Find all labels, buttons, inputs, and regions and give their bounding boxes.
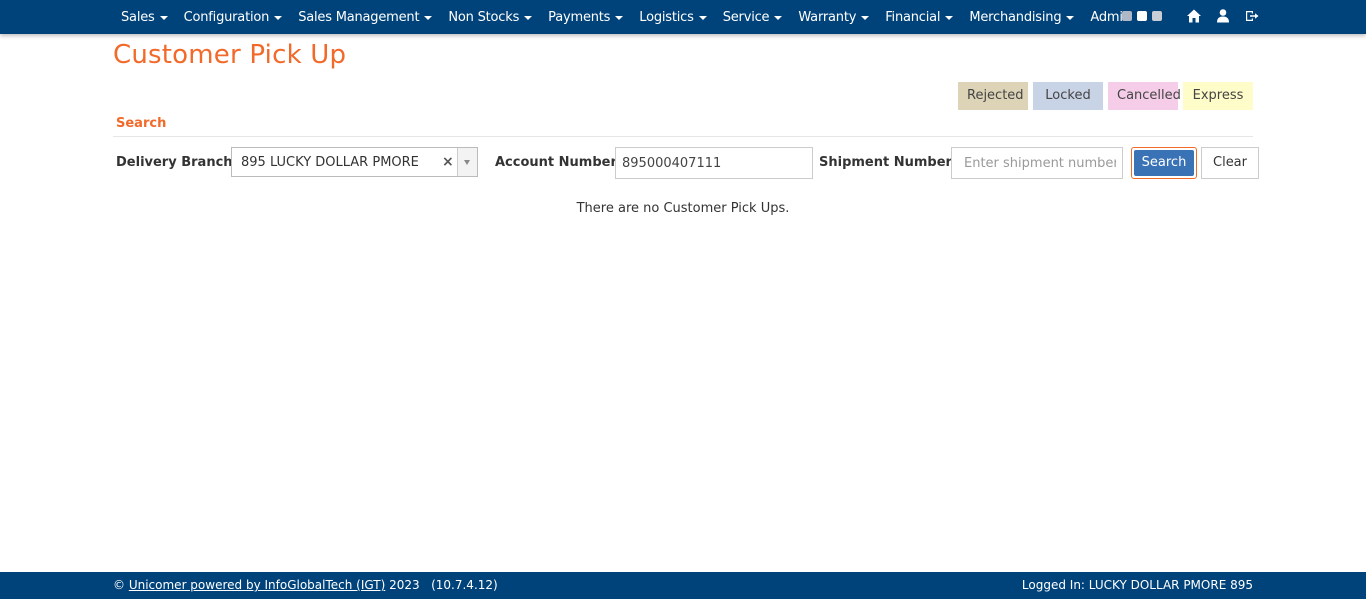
- clear-selection-icon[interactable]: ×: [442, 154, 454, 170]
- search-section-title: Search: [116, 116, 167, 131]
- menu-administration[interactable]: Administr: [1082, 0, 1123, 34]
- menu-sales[interactable]: Sales: [113, 0, 176, 34]
- menu-service[interactable]: Service: [715, 0, 791, 34]
- chevron-down-icon: [464, 160, 470, 165]
- legend-locked: Locked: [1033, 82, 1103, 110]
- empty-results-message: There are no Customer Pick Ups.: [576, 201, 790, 216]
- shipment-number-input[interactable]: [951, 147, 1123, 179]
- caret-down-icon: [698, 16, 707, 20]
- footer-copyright: © Unicomer powered by InfoGlobalTech (IG…: [113, 578, 498, 592]
- menu-configuration[interactable]: Configuration: [176, 0, 291, 34]
- menu-label: Merchandising: [969, 9, 1062, 25]
- logged-in-status: Logged In: LUCKY DOLLAR PMORE 895: [1021, 578, 1253, 592]
- overflow-dot: [1137, 11, 1147, 21]
- menu-label: Payments: [548, 9, 611, 25]
- status-legend: Rejected Locked Cancelled Express: [958, 82, 1253, 110]
- user-icon[interactable]: [1215, 8, 1231, 24]
- home-icon[interactable]: [1186, 8, 1202, 24]
- caret-down-icon: [159, 16, 168, 20]
- caret-down-icon: [945, 16, 954, 20]
- clear-button[interactable]: Clear: [1201, 147, 1259, 179]
- caret-down-icon: [861, 16, 870, 20]
- caret-down-icon: [274, 16, 283, 20]
- copyright-symbol: ©: [113, 578, 125, 592]
- caret-down-icon: [424, 16, 433, 20]
- legend-rejected: Rejected: [958, 82, 1028, 110]
- search-button-label: Search: [1134, 150, 1194, 176]
- menu-non-stocks[interactable]: Non Stocks: [440, 0, 540, 34]
- search-button[interactable]: Search: [1131, 147, 1197, 179]
- caret-down-icon: [615, 16, 624, 20]
- caret-down-icon: [524, 16, 533, 20]
- menu-logistics[interactable]: Logistics: [631, 0, 714, 34]
- menu-label: Non Stocks: [448, 9, 520, 25]
- overflow-dot: [1152, 11, 1162, 21]
- legend-express: Express: [1183, 82, 1253, 110]
- account-number-input[interactable]: [615, 147, 813, 179]
- menu-warranty[interactable]: Warranty: [790, 0, 877, 34]
- caret-down-icon: [774, 16, 783, 20]
- main-menu: Sales Configuration Sales Management Non…: [113, 0, 1123, 34]
- account-number-label: Account Number:: [495, 155, 623, 170]
- shipment-number-label: Shipment Number:: [819, 155, 958, 170]
- legend-cancelled: Cancelled: [1108, 82, 1181, 110]
- top-navbar: Sales Configuration Sales Management Non…: [0, 0, 1366, 34]
- menu-overflow-indicator[interactable]: [1122, 11, 1162, 21]
- year-version: 2023 (10.7.4.12): [389, 578, 498, 592]
- dropdown-toggle[interactable]: [457, 148, 477, 176]
- menu-merchandising[interactable]: Merchandising: [961, 0, 1082, 34]
- delivery-branch-value: 895 LUCKY DOLLAR PMORE: [241, 155, 419, 170]
- logout-icon[interactable]: [1244, 8, 1260, 24]
- menu-label: Service: [722, 9, 770, 25]
- menu-label: Warranty: [798, 9, 857, 25]
- menu-financial[interactable]: Financial: [877, 0, 961, 34]
- menu-payments[interactable]: Payments: [540, 0, 631, 34]
- menu-label: Logistics: [639, 9, 694, 25]
- overflow-dot: [1122, 11, 1132, 21]
- menu-label: Administr: [1090, 9, 1123, 25]
- menu-label: Financial: [885, 9, 941, 25]
- company-link[interactable]: Unicomer powered by InfoGlobalTech (IGT): [129, 578, 385, 592]
- menu-label: Sales Management: [298, 9, 420, 25]
- caret-down-icon: [1066, 16, 1075, 20]
- menu-sales-management[interactable]: Sales Management: [290, 0, 440, 34]
- menu-label: Configuration: [183, 9, 270, 25]
- delivery-branch-label: Delivery Branch:: [116, 155, 238, 170]
- menu-label: Sales: [121, 9, 155, 25]
- nav-icon-group: [1186, 8, 1260, 24]
- section-divider: [113, 136, 1253, 137]
- page-title: Customer Pick Up: [113, 40, 347, 70]
- delivery-branch-select[interactable]: 895 LUCKY DOLLAR PMORE ×: [231, 147, 478, 177]
- footer: © Unicomer powered by InfoGlobalTech (IG…: [0, 572, 1366, 599]
